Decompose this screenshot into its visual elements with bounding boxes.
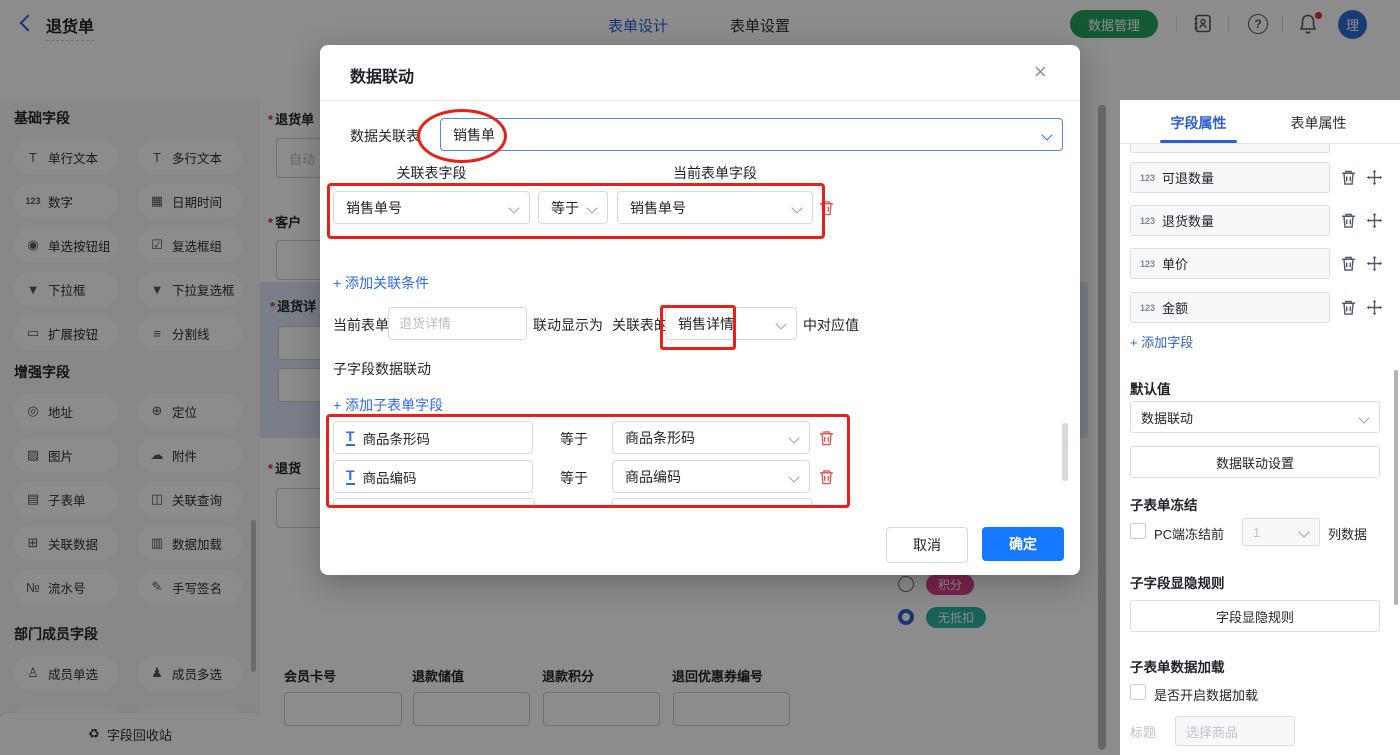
chevron-down-icon	[788, 471, 799, 482]
data-load-checkbox[interactable]	[1130, 684, 1146, 700]
tab-field-properties[interactable]: 字段属性	[1160, 113, 1237, 133]
chevron-down-icon	[1041, 129, 1052, 140]
number-badge-icon: 123	[1140, 303, 1155, 313]
move-field-icon[interactable]	[1366, 299, 1383, 316]
subfield-op-label: 等于	[560, 429, 588, 449]
chevron-down-icon	[791, 202, 802, 213]
relation-table-select[interactable]: 销售单	[440, 118, 1063, 151]
delete-condition-icon[interactable]	[818, 199, 835, 217]
freeze-checkbox[interactable]	[1130, 523, 1146, 539]
data-linkage-modal: 数据联动 × 数据关联表 销售单 关联表字段 当前表单字段 销售单号 等于 销售…	[320, 45, 1080, 575]
properties-panel: 字段属性 表单属性 123可退数量 123退货数量 123单价 123金额 + …	[1120, 100, 1400, 755]
display-value-select[interactable]: 销售详情	[665, 307, 797, 340]
condition-right-select[interactable]: 销售单号	[617, 191, 813, 224]
delete-field-icon[interactable]	[1340, 299, 1357, 316]
modal-header-divider	[320, 100, 1080, 101]
add-subfield-link[interactable]: + 添加子表单字段	[333, 395, 443, 415]
text-field-icon: T	[346, 429, 355, 446]
field-item-partial[interactable]	[1130, 144, 1330, 153]
freeze-text: PC端冻结前	[1154, 524, 1224, 543]
linkage-setting-button[interactable]: 数据联动设置	[1130, 446, 1380, 478]
display-of-table-label: 关联表的	[612, 315, 668, 335]
modal-scrollbar[interactable]	[1062, 423, 1068, 481]
default-value-label: 默认值	[1130, 378, 1171, 398]
delete-field-icon[interactable]	[1340, 255, 1357, 272]
subfield-op-label: 等于	[560, 468, 588, 488]
subfield-right-product-code-select[interactable]: 商品编码	[612, 460, 810, 493]
active-tab-underline	[1160, 140, 1237, 143]
move-field-icon[interactable]	[1366, 169, 1383, 186]
close-icon[interactable]: ×	[1034, 61, 1047, 83]
subfield-right-barcode-select[interactable]: 商品条形码	[612, 421, 810, 454]
default-value-select[interactable]: 数据联动	[1130, 401, 1380, 433]
freeze-suffix: 列数据	[1328, 524, 1367, 543]
chevron-down-icon	[1298, 526, 1309, 537]
number-badge-icon: 123	[1140, 173, 1155, 183]
delete-field-icon[interactable]	[1340, 212, 1357, 229]
subfield-row-partial	[333, 498, 535, 506]
field-item-returnable-qty[interactable]: 123可退数量	[1130, 162, 1330, 193]
text-field-icon: T	[346, 468, 355, 485]
delete-field-icon[interactable]	[1340, 169, 1357, 186]
field-item-unit-price[interactable]: 123单价	[1130, 248, 1330, 279]
delete-subfield-icon[interactable]	[818, 468, 835, 486]
confirm-button[interactable]: 确定	[982, 527, 1064, 561]
delete-subfield-icon[interactable]	[818, 429, 835, 447]
subfield-left-product-code[interactable]: T 商品编码	[333, 460, 533, 493]
chevron-down-icon	[1358, 412, 1369, 423]
chevron-down-icon	[788, 432, 799, 443]
move-field-icon[interactable]	[1366, 212, 1383, 229]
number-badge-icon: 123	[1140, 216, 1155, 226]
subfield-visibility-label: 子字段显隐规则	[1130, 572, 1225, 592]
chevron-down-icon	[586, 202, 597, 213]
field-item-return-qty[interactable]: 123退货数量	[1130, 205, 1330, 236]
title-value-input[interactable]: 选择商品	[1175, 716, 1295, 746]
chevron-down-icon	[775, 318, 786, 329]
col-header-relation-field: 关联表字段	[333, 163, 530, 183]
display-middle-label: 联动显示为	[533, 315, 603, 335]
add-field-link[interactable]: + 添加字段	[1130, 332, 1193, 351]
subform-freeze-label: 子表单冻结	[1130, 494, 1198, 514]
panel-scrollbar[interactable]	[1394, 370, 1398, 605]
subfield-section-label: 子字段数据联动	[333, 359, 431, 379]
panel-tabs: 字段属性 表单属性	[1120, 100, 1400, 144]
condition-operator-select[interactable]: 等于	[538, 191, 608, 224]
number-badge-icon: 123	[1140, 259, 1155, 269]
subfield-left-barcode[interactable]: T 商品条形码	[333, 421, 533, 454]
display-field-input[interactable]	[388, 307, 527, 340]
chevron-down-icon	[508, 202, 519, 213]
modal-title: 数据联动	[350, 63, 414, 87]
subfield-row-partial	[612, 498, 812, 506]
display-suffix-label: 中对应值	[803, 315, 859, 335]
relation-table-label: 数据关联表	[350, 126, 420, 146]
tab-form-properties[interactable]: 表单属性	[1280, 113, 1357, 133]
visibility-rule-button[interactable]: 字段显隐规则	[1130, 600, 1380, 632]
move-field-icon[interactable]	[1366, 255, 1383, 272]
data-load-text: 是否开启数据加载	[1154, 685, 1258, 704]
add-condition-link[interactable]: + 添加关联条件	[333, 273, 429, 293]
col-header-current-field: 当前表单字段	[617, 163, 813, 183]
freeze-count-select[interactable]: 1	[1242, 518, 1320, 546]
title-label: 标题	[1130, 722, 1156, 741]
condition-left-select[interactable]: 销售单号	[333, 191, 530, 224]
field-item-amount[interactable]: 123金额	[1130, 292, 1330, 323]
subform-data-load-label: 子表单数据加载	[1130, 656, 1225, 676]
cancel-button[interactable]: 取消	[886, 527, 968, 563]
